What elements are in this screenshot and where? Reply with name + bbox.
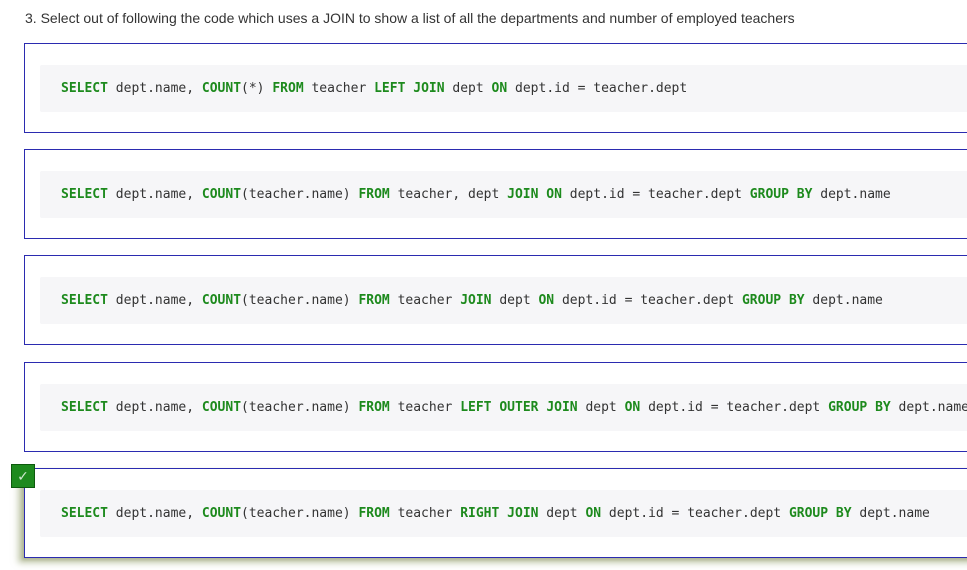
sql-text: teacher xyxy=(389,400,461,415)
answer-option-3[interactable]: SELECT dept.name, COUNT (teacher.name) FR… xyxy=(24,255,967,345)
answer-option-2[interactable]: SELECT dept.name, COUNT (teacher.name) FR… xyxy=(24,149,967,239)
sql-text: (teacher.name) xyxy=(241,187,359,202)
sql-text: dept.name xyxy=(804,293,883,308)
sql-keyword: LEFT xyxy=(374,81,406,96)
sql-keyword: COUNT xyxy=(201,506,242,521)
sql-keyword: FROM xyxy=(358,506,390,521)
sql-text: dept xyxy=(444,81,492,96)
sql-keyword: FROM xyxy=(272,81,304,96)
sql-keyword: GROUP xyxy=(749,187,789,202)
sql-text: dept.name, xyxy=(107,506,202,521)
sql-keyword: FROM xyxy=(358,187,390,202)
sql-keyword: SELECT xyxy=(61,400,108,415)
code-block: SELECT dept.name, COUNT (teacher.name) FR… xyxy=(40,384,967,431)
sql-keyword: COUNT xyxy=(201,400,242,415)
sql-text: dept.id = teacher.dept xyxy=(640,400,829,415)
sql-keyword: BY xyxy=(835,506,852,521)
sql-keyword: ON xyxy=(538,293,555,308)
sql-keyword: ON xyxy=(546,187,562,202)
sql-text: teacher xyxy=(303,81,375,96)
sql-keyword: FROM xyxy=(358,400,390,415)
sql-text: dept.name, xyxy=(107,187,202,202)
answer-option-1[interactable]: SELECT dept.name, COUNT (*) FROM teacher … xyxy=(24,43,967,133)
sql-keyword: JOIN xyxy=(507,506,539,521)
sql-text: dept.name, xyxy=(107,81,202,96)
sql-keyword: GROUP xyxy=(741,293,782,308)
sql-text: dept.name xyxy=(812,187,891,202)
sql-keyword: GROUP xyxy=(788,506,829,521)
sql-keyword: JOIN xyxy=(507,187,539,202)
sql-text: (teacher.name) xyxy=(241,506,359,521)
sql-text: dept xyxy=(491,293,539,308)
sql-text: dept.name, xyxy=(107,293,202,308)
sql-keyword: SELECT xyxy=(61,293,108,308)
sql-text: dept xyxy=(577,400,625,415)
sql-keyword: ON xyxy=(491,81,508,96)
sql-keyword: RIGHT xyxy=(460,506,500,521)
sql-text: dept.name xyxy=(890,400,967,415)
sql-text: teacher xyxy=(389,506,461,521)
sql-text: dept xyxy=(538,506,586,521)
sql-keyword: LEFT xyxy=(460,400,492,415)
answer-option-4[interactable]: SELECT dept.name, COUNT (teacher.name) FR… xyxy=(24,362,967,452)
sql-keyword: OUTER xyxy=(499,400,539,415)
sql-keyword: JOIN xyxy=(460,293,492,308)
sql-text: (teacher.name) xyxy=(241,400,359,415)
sql-text: dept.id = teacher.dept xyxy=(601,506,789,521)
sql-keyword: SELECT xyxy=(61,187,108,202)
sql-text: dept.name, xyxy=(107,400,202,415)
sql-keyword: COUNT xyxy=(201,293,242,308)
sql-keyword: COUNT xyxy=(201,187,242,202)
code-block: SELECT dept.name, COUNT (teacher.name) FR… xyxy=(40,277,967,324)
code-block: SELECT dept.name, COUNT (teacher.name) FR… xyxy=(40,490,967,537)
sql-keyword: SELECT xyxy=(61,506,108,521)
sql-keyword: BY xyxy=(788,293,805,308)
question-text: 3. Select out of following the code whic… xyxy=(25,10,795,26)
sql-text: teacher, dept xyxy=(389,187,508,202)
code-block: SELECT dept.name, COUNT (*) FROM teacher … xyxy=(40,65,967,112)
sql-text: (teacher.name) xyxy=(241,293,359,308)
sql-keyword: ON xyxy=(624,400,641,415)
sql-keyword: ON xyxy=(585,506,602,521)
sql-keyword: FROM xyxy=(358,293,390,308)
correct-check-icon: ✓ xyxy=(11,464,35,488)
answer-option-5[interactable]: SELECT dept.name, COUNT (teacher.name) FR… xyxy=(24,468,967,558)
sql-keyword: SELECT xyxy=(61,81,108,96)
sql-text: dept.id = teacher.dept xyxy=(554,293,742,308)
sql-keyword: BY xyxy=(875,400,891,415)
sql-text: teacher xyxy=(389,293,461,308)
sql-keyword: JOIN xyxy=(413,81,445,96)
sql-text: dept.id = teacher.dept xyxy=(507,81,688,96)
sql-keyword: COUNT xyxy=(201,81,242,96)
sql-text: dept.name xyxy=(851,506,930,521)
sql-keyword: JOIN xyxy=(546,400,578,415)
sql-keyword: GROUP xyxy=(828,400,868,415)
sql-text: dept.id = teacher.dept xyxy=(561,187,750,202)
sql-text: (*) xyxy=(241,81,273,96)
sql-keyword: BY xyxy=(796,187,813,202)
code-block: SELECT dept.name, COUNT (teacher.name) FR… xyxy=(40,171,967,218)
